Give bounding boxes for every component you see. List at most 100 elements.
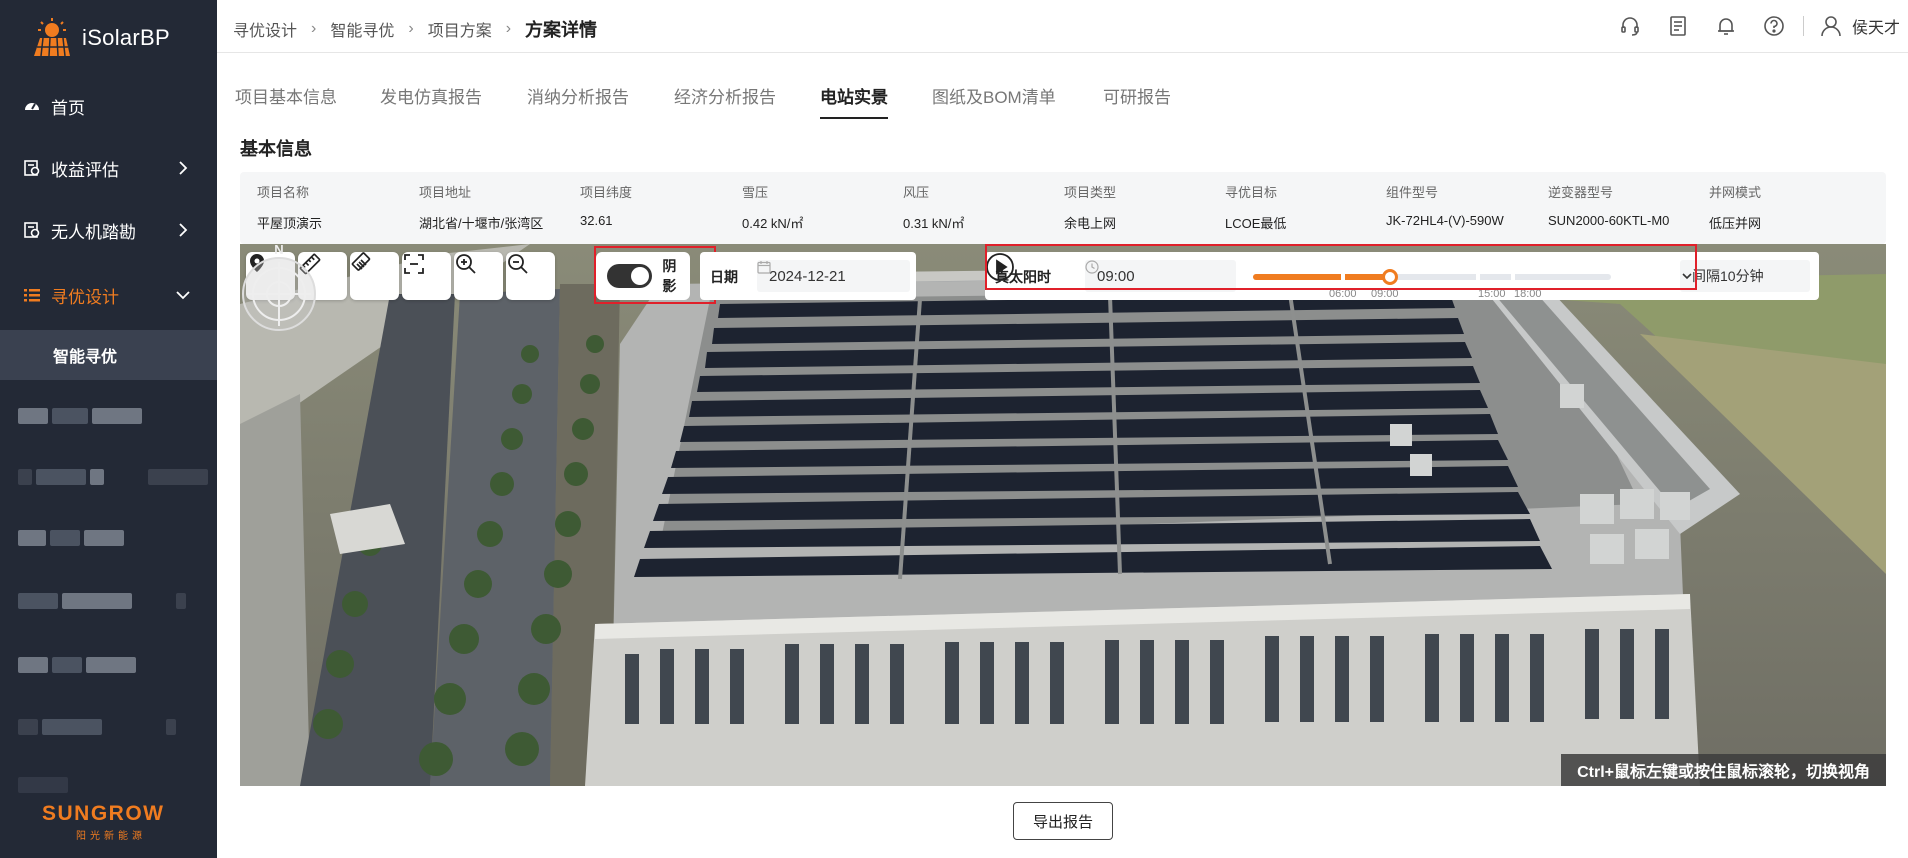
section-title: 基本信息: [240, 139, 312, 159]
blurred-menu-item[interactable]: [18, 405, 142, 427]
info-header: 并网模式: [1709, 185, 1762, 200]
help-icon[interactable]: [1761, 13, 1787, 39]
fullscreen-tool-button[interactable]: [402, 252, 451, 300]
brand-sub: 阳光新能源: [76, 831, 146, 842]
info-col-grid-mode: 并网模式 低压并网: [1709, 182, 1761, 232]
info-header: 逆变器型号: [1548, 185, 1614, 200]
info-col-project-type: 项目类型 余电上网: [1064, 182, 1116, 232]
solar-logo-icon: [34, 18, 70, 57]
dashboard-icon: [22, 96, 42, 116]
date-value: 2024-12-21: [769, 267, 846, 285]
tab-consumption-report[interactable]: 消纳分析报告: [527, 83, 629, 119]
drone-survey-icon: [22, 220, 42, 240]
breadcrumb-separator-icon: ›: [408, 20, 414, 37]
info-value: 低压并网: [1709, 216, 1762, 231]
date-label: 日期: [710, 269, 738, 285]
zoom-in-icon: [456, 254, 476, 274]
page-title: 方案详情: [525, 20, 598, 40]
highlight-box-time: [985, 244, 1697, 290]
chevron-right-icon: [179, 223, 188, 237]
zoom-out-icon: [508, 254, 528, 274]
date-panel: 日期 2024-12-21: [700, 252, 916, 300]
info-col-address: 项目地址 湖北省/十堰市/张湾区: [419, 182, 543, 232]
info-value: JK-72HL4-(V)-590W: [1386, 213, 1504, 228]
document-icon[interactable]: [1665, 13, 1691, 39]
sidebar-item-optimize-design[interactable]: 寻优设计: [0, 265, 217, 325]
breadcrumb-separator-icon: ›: [505, 20, 512, 37]
info-value: 湖北省/十堰市/张湾区: [419, 216, 544, 231]
tab-project-info[interactable]: 项目基本信息: [235, 83, 337, 119]
info-col-module-model: 组件型号 JK-72HL4-(V)-590W: [1386, 182, 1504, 228]
blurred-menu-item[interactable]: [18, 527, 124, 549]
eraser-icon: [351, 252, 371, 271]
header-divider: [1802, 16, 1804, 36]
blurred-menu-item[interactable]: [18, 466, 208, 488]
info-col-project-name: 项目名称 平屋顶演示: [257, 182, 322, 232]
chevron-down-icon: [176, 291, 190, 300]
user-avatar-icon[interactable]: [1818, 13, 1844, 39]
view-hint: Ctrl+鼠标左键或按住鼠标滚轮，切换视角: [1561, 754, 1886, 786]
headset-support-icon[interactable]: [1617, 13, 1643, 39]
tab-feasibility-report[interactable]: 可研报告: [1103, 83, 1171, 119]
sidebar: iSolarBP 首页 收益评估 无人机踏勘 寻优设计 智能寻优 SUNGROW…: [0, 0, 217, 858]
info-header: 项目类型: [1064, 185, 1117, 200]
sidebar-subitem-label: 智能寻优: [53, 349, 118, 366]
tab-economic-report[interactable]: 经济分析报告: [674, 83, 776, 119]
zoom-in-button[interactable]: [454, 252, 503, 300]
info-header: 组件型号: [1386, 185, 1439, 200]
site-3d-scene[interactable]: 阴影 日期 2024-12-21 真太阳时 09:00 06:00 09:00: [240, 244, 1886, 786]
info-value: 余电上网: [1064, 216, 1117, 231]
sidebar-item-label: 无人机踏勘: [51, 222, 136, 242]
sidebar-item-home[interactable]: 首页: [0, 76, 217, 136]
date-picker-input[interactable]: 2024-12-21: [757, 260, 910, 292]
highlight-box-shadow: [594, 246, 716, 304]
info-col-optimize-target: 寻优目标 LCOE最低: [1225, 182, 1286, 232]
info-value: 32.61: [580, 213, 613, 228]
breadcrumb-item[interactable]: 项目方案: [428, 17, 492, 41]
info-header: 雪压: [742, 185, 769, 200]
header-actions: 侯天才: [1617, 0, 1908, 52]
info-header: 寻优目标: [1225, 185, 1278, 200]
blurred-menu-item: [18, 774, 68, 796]
breadcrumb: 寻优设计 › 智能寻优 › 项目方案 › 方案详情: [233, 16, 597, 42]
breadcrumb-item[interactable]: 智能寻优: [330, 17, 394, 41]
sungrow-brand: SUNGROW 阳光新能源: [42, 802, 165, 842]
blurred-menu-item[interactable]: [18, 590, 186, 612]
info-col-inverter-model: 逆变器型号 SUN2000-60KTL-M0: [1548, 182, 1669, 228]
zoom-out-button[interactable]: [506, 252, 555, 300]
scan-frame-icon: [404, 254, 424, 274]
bell-icon[interactable]: [1713, 13, 1739, 39]
tab-generation-report[interactable]: 发电仿真报告: [380, 83, 482, 119]
export-report-button[interactable]: 导出报告: [1013, 802, 1113, 840]
blurred-menu-item[interactable]: [18, 716, 176, 738]
sidebar-subitem-smart-optimize[interactable]: 智能寻优: [0, 330, 217, 380]
user-name[interactable]: 侯天才: [1852, 14, 1900, 38]
sidebar-item-drone[interactable]: 无人机踏勘: [0, 200, 217, 260]
tab-drawings-bom[interactable]: 图纸及BOM清单: [932, 83, 1056, 119]
brand-name: SUNGROW: [42, 802, 165, 825]
info-value: SUN2000-60KTL-M0: [1548, 213, 1670, 228]
top-header: 寻优设计 › 智能寻优 › 项目方案 › 方案详情 侯天才: [217, 0, 1908, 53]
info-header: 项目名称: [257, 185, 310, 200]
compass-north-label: N: [274, 244, 283, 257]
breadcrumb-item[interactable]: 寻优设计: [233, 17, 297, 41]
calendar-icon: [757, 261, 771, 274]
sidebar-item-label: 首页: [51, 98, 85, 118]
info-col-latitude: 项目纬度 32.61: [580, 182, 632, 228]
compass-icon[interactable]: N: [240, 244, 318, 332]
info-value: 0.42 kN/㎡: [742, 216, 804, 231]
sidebar-item-label: 收益评估: [51, 160, 119, 180]
tab-site-scene[interactable]: 电站实景: [820, 83, 888, 119]
blurred-menu-item[interactable]: [18, 654, 136, 676]
info-value: 0.31 kN/㎡: [903, 216, 965, 231]
sidebar-item-revenue[interactable]: 收益评估: [0, 138, 217, 198]
clear-tool-button[interactable]: [350, 252, 399, 300]
info-header: 项目纬度: [580, 185, 633, 200]
list-icon: [22, 285, 42, 305]
logo[interactable]: iSolarBP: [30, 14, 170, 62]
interval-select[interactable]: 间隔10分钟: [1680, 260, 1810, 292]
info-header: 风压: [903, 185, 930, 200]
breadcrumb-separator-icon: ›: [311, 20, 317, 37]
tab-bar: 项目基本信息 发电仿真报告 消纳分析报告 经济分析报告 电站实景 图纸及BOM清…: [217, 53, 1908, 123]
sidebar-item-label: 寻优设计: [51, 287, 119, 307]
